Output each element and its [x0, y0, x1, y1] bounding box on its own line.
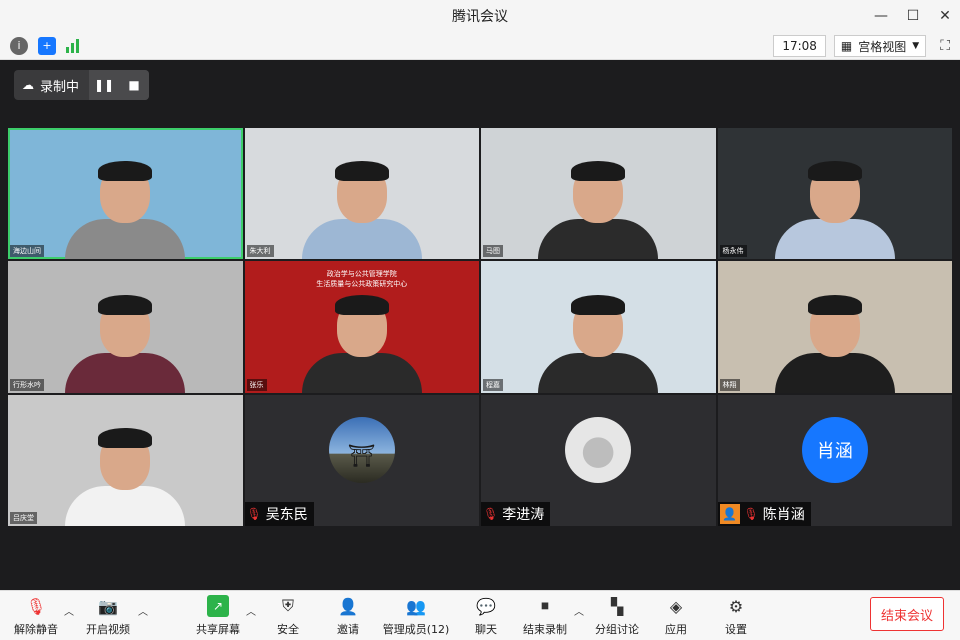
share-screen-button[interactable]: ↗ 共享屏幕 — [194, 595, 242, 639]
end-meeting-button[interactable]: 结束会议 — [870, 597, 944, 631]
unmute-button[interactable]: 🎙 解除静音 — [14, 595, 58, 639]
members-icon: 👥 — [406, 596, 426, 616]
recording-indicator: ☁ 录制中 ❚❚ ■ — [14, 70, 150, 100]
participant-name: 陈肖涵 — [762, 506, 805, 523]
mic-muted-icon: 🎙 — [25, 596, 47, 616]
participant-name: 行形水吟 — [10, 378, 44, 391]
participant-name: 林翔 — [719, 378, 740, 391]
start-video-button[interactable]: 📷 开启视频 — [84, 595, 132, 639]
participant-video — [774, 294, 895, 393]
participant-name: 吴东民 — [265, 506, 308, 523]
participant-name: 李进涛 — [502, 506, 545, 523]
manage-members-button[interactable]: 👥 管理成员(12) — [383, 595, 450, 639]
breakout-button[interactable]: ▚ 分组讨论 — [594, 595, 640, 639]
pause-recording-button[interactable]: ❚❚ — [89, 70, 120, 100]
participant-name-bar: 👤 🎙 陈肖涵 — [717, 501, 811, 526]
participant-name-bar: 🎙 吴东民 — [244, 501, 314, 526]
participant-tile[interactable]: 林翔 — [717, 261, 952, 393]
pavilion-icon: ⛩ — [347, 444, 376, 470]
avatar-text: 肖涵 — [816, 440, 853, 462]
avatar: 肖涵 — [801, 416, 868, 483]
shield-icon: ⛨ — [281, 596, 294, 615]
add-user-icon: 👤 — [338, 596, 358, 616]
participant-tile[interactable]: 马图 — [481, 128, 716, 260]
participant-name: 马图 — [483, 245, 503, 258]
participant-tile[interactable]: 朱大利 — [244, 128, 479, 260]
participant-video — [65, 427, 186, 526]
fullscreen-icon[interactable]: ⛶ — [940, 38, 950, 54]
end-recording-button[interactable]: ⏹ 结束录制 — [522, 595, 568, 639]
participant-name: 朱大利 — [246, 245, 274, 258]
gear-icon: ⚙ — [728, 596, 744, 616]
chevron-up-icon[interactable]: ︿ — [246, 603, 256, 618]
share-screen-icon: ↗ — [207, 595, 229, 617]
security-button[interactable]: ⛨ 安全 — [274, 595, 302, 639]
chat-button[interactable]: 💬 聊天 — [474, 595, 498, 639]
stop-recording-button[interactable]: ■ — [119, 70, 150, 100]
participant-tile[interactable]: 杨永伟 — [717, 128, 952, 260]
grid-icon: ▦ — [840, 39, 853, 53]
banner-title: 政治学与公共管理学院 — [326, 270, 397, 279]
cloud-icon: ☁ — [22, 78, 34, 92]
participant-tile[interactable]: 肖涵 👤 🎙 陈肖涵 — [717, 394, 952, 526]
participant-video — [538, 294, 659, 393]
video-stage: ☁ 录制中 ❚❚ ■ 海边山间 朱大利 马图 杨永伟行形水吟 政治学与公共管理学院 生活质… — [0, 60, 960, 590]
participant-tile[interactable]: ⛩ 🎙 吴东民 — [244, 394, 479, 526]
participant-name-bar: 🎙 李进涛 — [481, 501, 551, 526]
participant-tile[interactable]: 程嘉 — [481, 261, 716, 393]
apps-icon: ◈ — [669, 596, 683, 616]
avatar: ⛩ — [328, 416, 395, 483]
invite-button[interactable]: 👤 邀请 — [334, 595, 362, 639]
minimize-icon[interactable]: — — [874, 8, 888, 24]
participant-name: 杨永伟 — [719, 245, 747, 258]
stop-record-icon: ⏹ — [540, 596, 549, 615]
view-selector[interactable]: ▦ 宫格视图 ▼ — [833, 35, 927, 57]
participant-video — [65, 161, 186, 260]
participant-tile[interactable]: 吕庆堂 — [8, 394, 243, 526]
participant-name: 吕庆堂 — [10, 511, 37, 524]
participant-video — [65, 294, 186, 393]
breakout-icon: ▚ — [610, 596, 624, 616]
title-bar: 腾讯会议 — ☐ ✕ — [0, 0, 960, 32]
participant-name: 张乐 — [246, 378, 267, 391]
close-icon[interactable]: ✕ — [938, 8, 952, 24]
chevron-up-icon[interactable]: ︿ — [574, 603, 584, 618]
chevron-up-icon[interactable]: ︿ — [64, 603, 74, 618]
mic-muted-icon: 🎙 — [246, 506, 262, 521]
shield-icon[interactable]: + — [38, 36, 56, 55]
participant-video — [301, 294, 422, 393]
participant-video — [538, 161, 659, 260]
chat-icon: 💬 — [476, 596, 496, 616]
participant-video — [774, 161, 895, 260]
participant-name: 海边山间 — [10, 245, 44, 258]
signal-icon[interactable] — [66, 38, 79, 53]
user-icon: ● — [580, 426, 616, 473]
chevron-up-icon[interactable]: ︿ — [138, 603, 148, 618]
participant-grid: 海边山间 朱大利 马图 杨永伟行形水吟 政治学与公共管理学院 生活质量与公共政策研究中心张… — [8, 128, 952, 526]
info-icon[interactable]: i — [10, 36, 28, 55]
virtual-background-banner: 政治学与公共管理学院 生活质量与公共政策研究中心 — [245, 269, 480, 289]
mic-muted-icon: 🎙 — [483, 506, 499, 521]
window-title: 腾讯会议 — [452, 9, 508, 25]
mic-muted-icon: 🎙 — [743, 506, 759, 521]
meeting-clock: 17:08 — [773, 35, 826, 57]
banner-subtitle: 生活质量与公共政策研究中心 — [316, 280, 408, 289]
participant-tile[interactable]: 政治学与公共管理学院 生活质量与公共政策研究中心张乐 — [244, 261, 480, 393]
participant-tile[interactable]: ● 🎙 李进涛 — [481, 394, 716, 526]
meeting-toolbar: 🎙 解除静音 ︿ 📷 开启视频 ︿ ↗ 共享屏幕 ︿ ⛨ 安全 👤 邀请 👥 管… — [0, 590, 960, 640]
chevron-down-icon: ▼ — [912, 41, 920, 51]
participant-tile[interactable]: 海边山间 — [8, 128, 243, 260]
settings-button[interactable]: ⚙ 设置 — [724, 595, 748, 639]
maximize-icon[interactable]: ☐ — [906, 8, 920, 24]
participant-tile[interactable]: 行形水吟 — [8, 261, 243, 393]
participant-name: 程嘉 — [483, 378, 503, 391]
avatar: ● — [565, 416, 632, 483]
host-badge-icon: 👤 — [719, 503, 740, 524]
participant-video — [301, 161, 422, 260]
meeting-info-bar: i + 17:08 ▦ 宫格视图 ▼ ⛶ — [0, 32, 960, 60]
camera-off-icon: 📷 — [98, 596, 118, 616]
view-label: 宫格视图 — [858, 39, 907, 54]
recording-label: 录制中 — [40, 79, 80, 95]
apps-button[interactable]: ◈ 应用 — [664, 595, 688, 639]
